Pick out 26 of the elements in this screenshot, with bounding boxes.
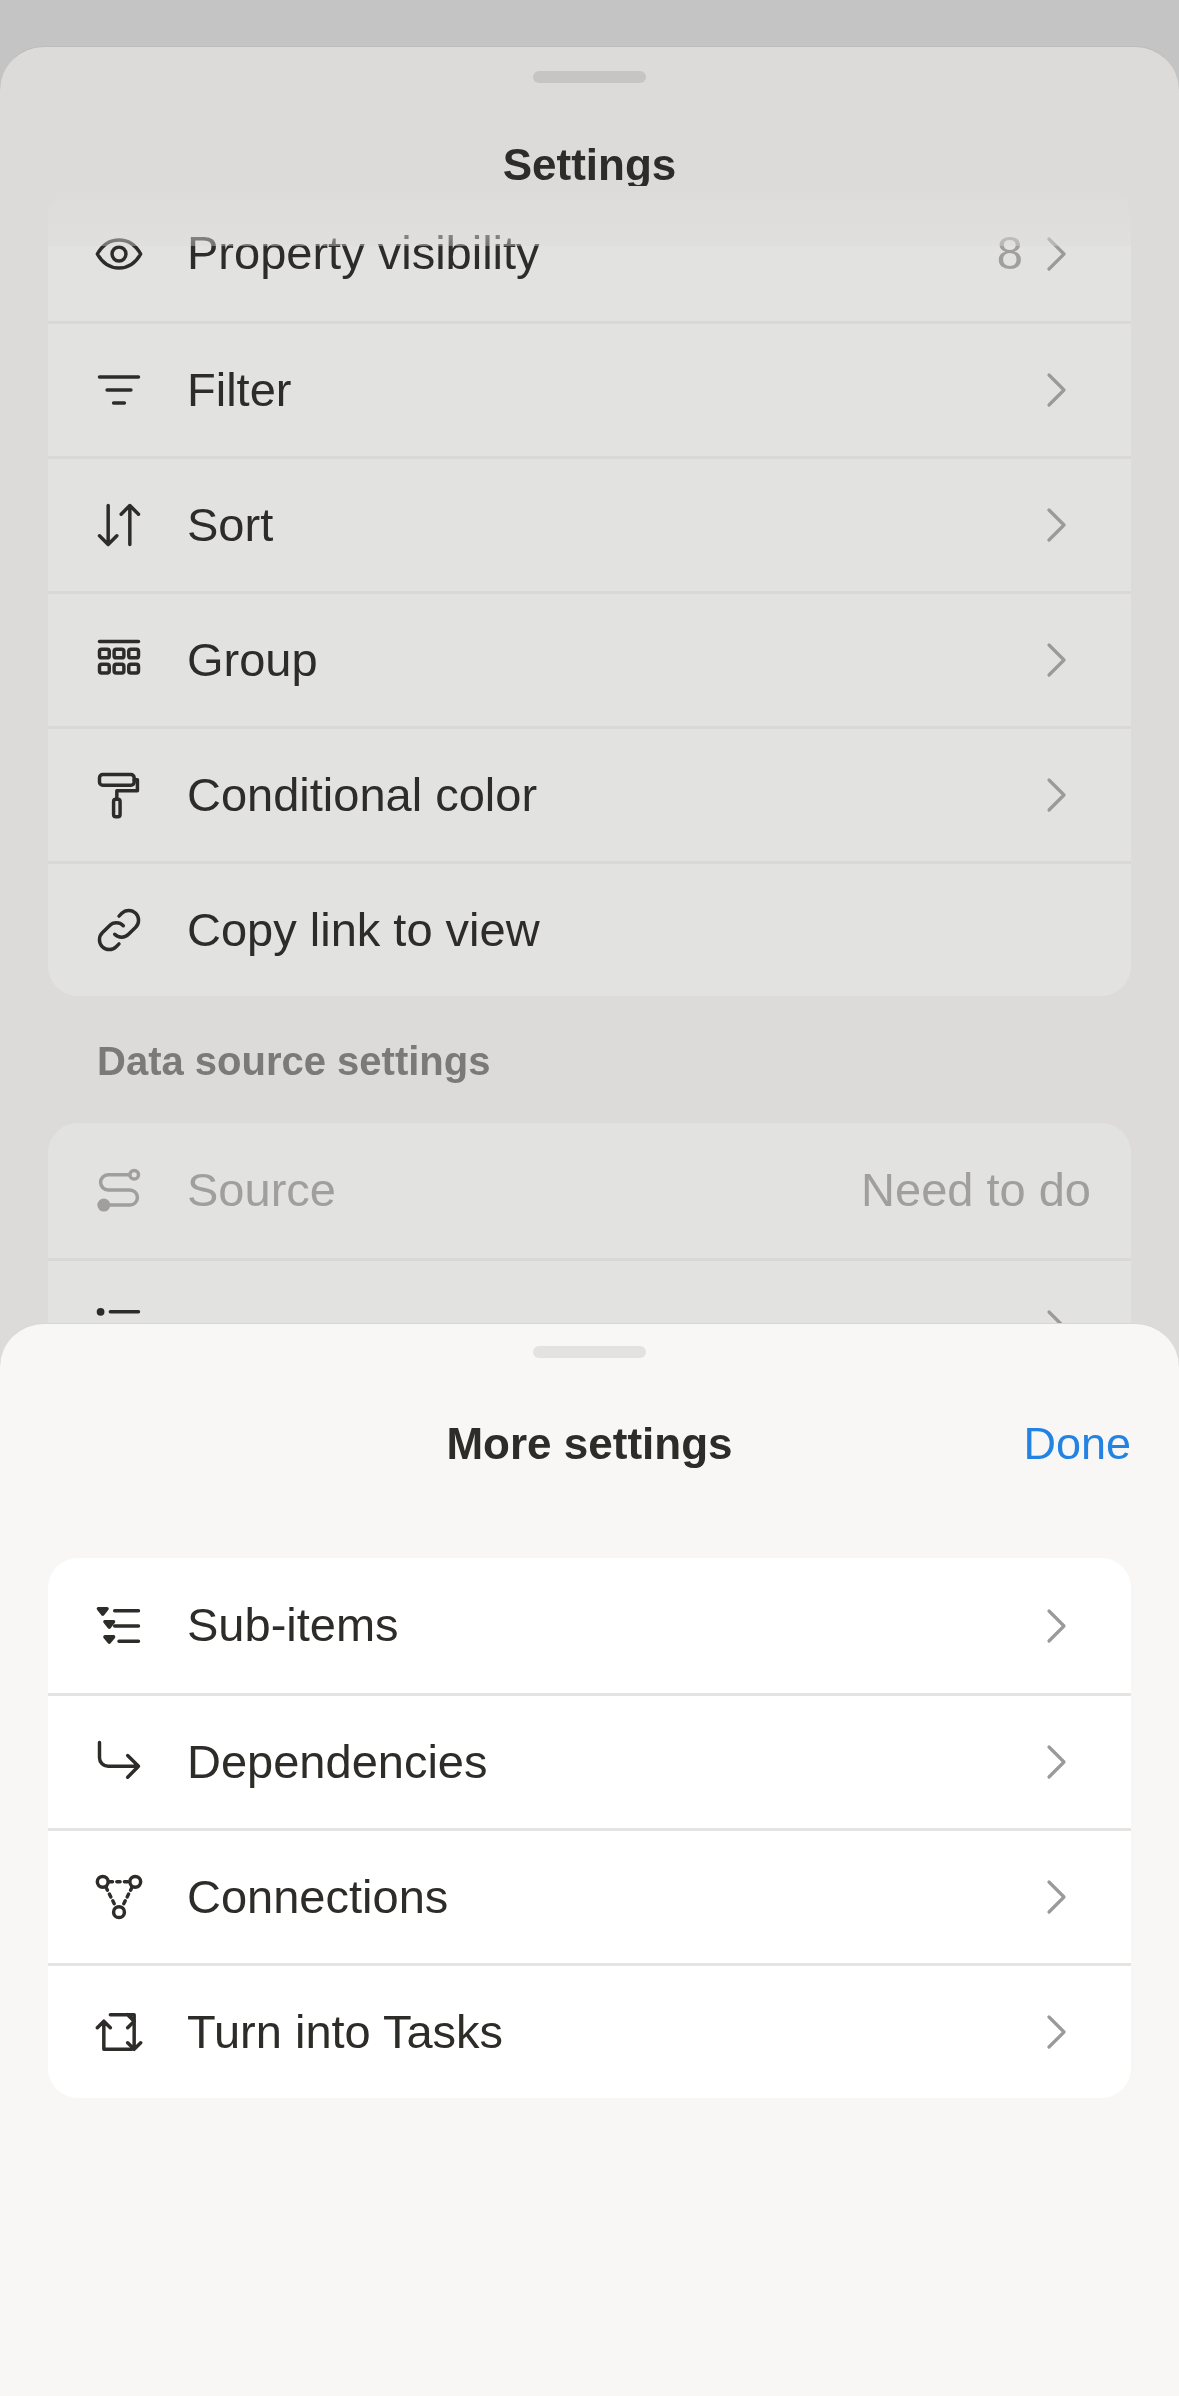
row-value: Need to do bbox=[861, 1162, 1091, 1219]
row-label: Sort bbox=[187, 496, 274, 553]
settings-row[interactable]: Connections bbox=[48, 1828, 1131, 1963]
settings-row[interactable]: Dependencies bbox=[48, 1693, 1131, 1828]
settings-row[interactable]: Conditional color bbox=[48, 726, 1131, 861]
settings-row[interactable]: Sub-items bbox=[48, 1558, 1131, 1693]
settings-row[interactable]: Sort bbox=[48, 456, 1131, 591]
row-label: Group bbox=[187, 631, 318, 688]
row-label: Sub-items bbox=[187, 1597, 399, 1654]
row-label: Connections bbox=[187, 1868, 449, 1925]
settings-row[interactable]: Group bbox=[48, 591, 1131, 726]
sheet-title: Settings bbox=[502, 140, 677, 190]
section-heading: Data source settings bbox=[97, 1041, 492, 1081]
row-label: Filter bbox=[187, 361, 292, 418]
row-label: Source bbox=[187, 1162, 336, 1219]
row-label: Turn into Tasks bbox=[187, 2003, 504, 2060]
done-button[interactable]: Done bbox=[1023, 1419, 1131, 1469]
settings-row[interactable]: Copy link to view bbox=[48, 861, 1131, 996]
row-label: Property visibility bbox=[187, 225, 540, 282]
row-value: 8 bbox=[996, 225, 1023, 282]
settings-row[interactable]: Turn into Tasks bbox=[48, 1963, 1131, 2098]
settings-row[interactable]: Filter bbox=[48, 321, 1131, 456]
row-label: Conditional color bbox=[187, 766, 538, 823]
row-label: Copy link to view bbox=[187, 901, 540, 958]
row-label: Dependencies bbox=[187, 1733, 488, 1790]
sheet-title: More settings bbox=[446, 1419, 733, 1469]
